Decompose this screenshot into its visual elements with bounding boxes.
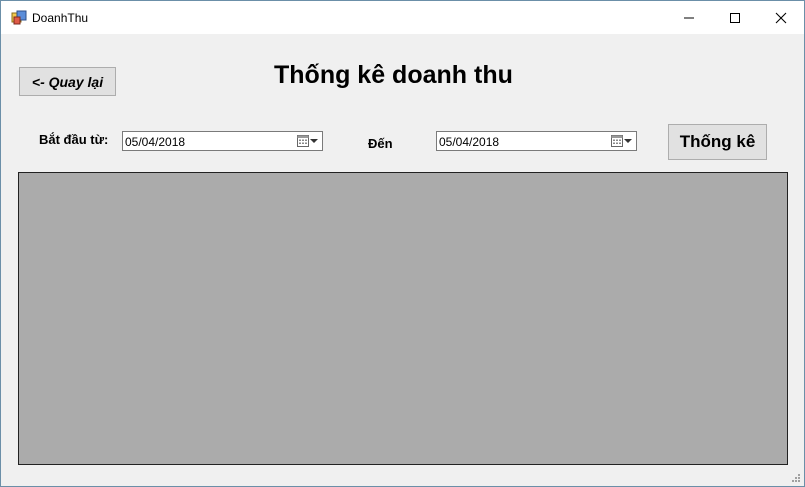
start-date-dropdown[interactable]	[297, 134, 319, 147]
chevron-down-icon	[624, 138, 632, 143]
maximize-icon	[730, 12, 740, 23]
statistics-button[interactable]: Thống kê	[668, 124, 767, 160]
close-button[interactable]	[758, 1, 804, 34]
chevron-down-icon	[310, 138, 318, 143]
app-window: DoanhThu <- Quay lại Thống kê doanh thu …	[0, 0, 805, 487]
end-date-value: 05/04/2018	[439, 135, 500, 149]
minimize-button[interactable]	[666, 1, 712, 34]
page-title: Thống kê doanh thu	[274, 61, 513, 89]
back-button[interactable]: <- Quay lại	[19, 67, 116, 96]
title-bar[interactable]: DoanhThu	[1, 1, 804, 34]
window-title: DoanhThu	[32, 11, 89, 25]
calendar-icon	[611, 135, 623, 147]
form-icon	[11, 10, 27, 25]
close-icon	[775, 12, 787, 23]
end-date-label: Đến	[368, 136, 393, 151]
start-date-picker[interactable]: 05/04/2018	[122, 131, 323, 151]
maximize-button[interactable]	[712, 1, 758, 34]
start-date-label: Bắt đầu từ:	[39, 132, 109, 147]
revenue-data-grid[interactable]	[18, 172, 788, 465]
resize-grip-icon[interactable]	[791, 473, 801, 483]
start-date-value: 05/04/2018	[125, 135, 186, 149]
calendar-icon	[297, 135, 309, 147]
minimize-icon	[684, 17, 694, 18]
end-date-picker[interactable]: 05/04/2018	[436, 131, 637, 151]
end-date-dropdown[interactable]	[611, 134, 633, 147]
